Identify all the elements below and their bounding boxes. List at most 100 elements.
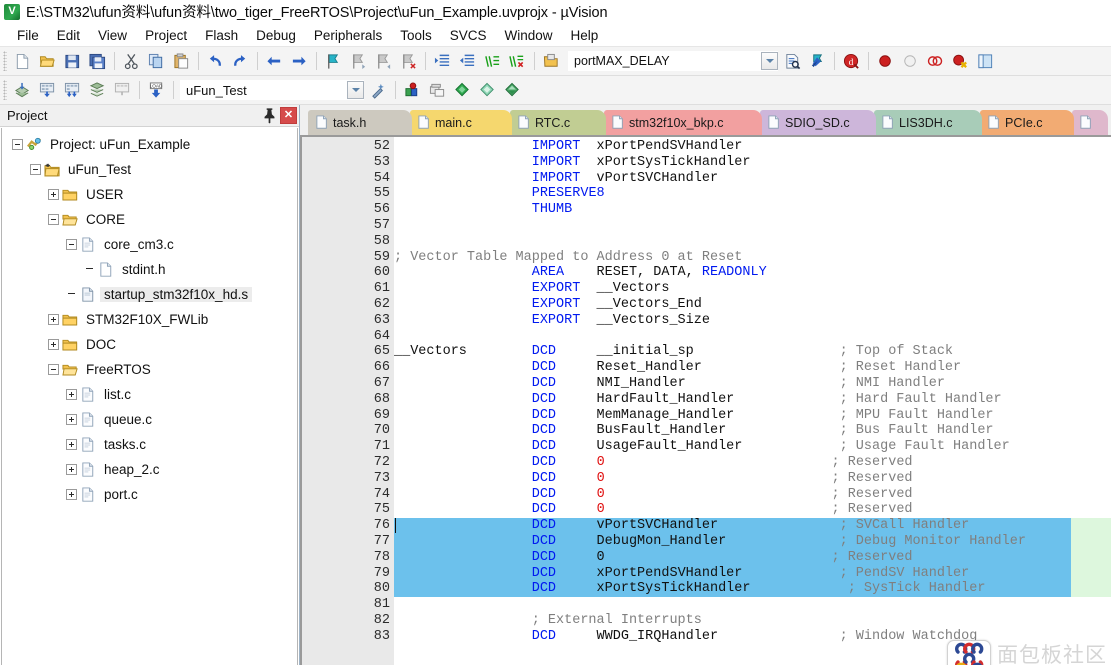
tree-expander-plus-icon[interactable] xyxy=(66,489,77,500)
code-line[interactable]: DCD 0 ; Reserved xyxy=(394,487,1111,503)
tree-expander-minus-icon[interactable] xyxy=(48,214,59,225)
tree-expander-minus-icon[interactable] xyxy=(30,164,41,175)
code-line[interactable] xyxy=(394,218,1111,234)
code-line[interactable]: AREA RESET, DATA, READONLY xyxy=(394,265,1111,281)
outdent-icon[interactable] xyxy=(455,50,480,73)
editor-tab-overflow[interactable] xyxy=(1072,110,1108,135)
find-in-files-icon[interactable] xyxy=(539,50,564,73)
code-text[interactable]: IMPORT xPortPendSVHandler IMPORT xPortSy… xyxy=(394,137,1111,665)
menu-item-help[interactable]: Help xyxy=(562,26,608,45)
find-combo-value[interactable]: portMAX_DELAY xyxy=(568,54,761,68)
menu-item-flash[interactable]: Flash xyxy=(196,26,247,45)
download-icon[interactable]: LOAD xyxy=(144,79,169,102)
find-in-files-doc-icon[interactable] xyxy=(780,50,805,73)
code-line[interactable]: __Vectors DCD __initial_sp ; Top of Stac… xyxy=(394,344,1111,360)
code-line[interactable]: DCD 0 ; Reserved xyxy=(394,502,1111,518)
new-file-icon[interactable] xyxy=(10,50,35,73)
code-line[interactable]: DCD vPortSVCHandler ; SVCall Handler xyxy=(394,518,1111,534)
code-editor[interactable]: 52 53 54 55 56 57 58 59 60 61 62 63 64 65 66 67 68 69 70 71… xyxy=(300,137,1111,665)
tree-item-stm32f10x_fwlib[interactable]: STM32F10X_FWLib xyxy=(2,307,297,332)
comment-icon[interactable] xyxy=(480,50,505,73)
tree-expander-plus-icon[interactable] xyxy=(66,439,77,450)
pack-installer-icon[interactable] xyxy=(450,79,475,102)
code-line[interactable]: IMPORT vPortSVCHandler xyxy=(394,171,1111,187)
code-line[interactable]: PRESERVE8 xyxy=(394,186,1111,202)
breakpoint-enable-icon[interactable] xyxy=(898,50,923,73)
pin-icon[interactable] xyxy=(261,107,278,124)
target-options-wand-icon[interactable] xyxy=(366,79,391,102)
chevron-down-icon[interactable] xyxy=(761,52,778,70)
breakpoint-insert-icon[interactable] xyxy=(873,50,898,73)
code-line[interactable]: DCD xPortPendSVHandler ; PendSV Handler xyxy=(394,565,1111,582)
redo-icon[interactable] xyxy=(228,50,253,73)
build-icon[interactable] xyxy=(35,79,60,102)
code-line[interactable]: DCD Reset_Handler ; Reset Handler xyxy=(394,360,1111,376)
panel-toggle-icon[interactable] xyxy=(973,50,998,73)
tree-item-port.c[interactable]: port.c xyxy=(2,482,297,507)
code-line[interactable]: ; Vector Table Mapped to Address 0 at Re… xyxy=(394,250,1111,266)
menu-item-file[interactable]: File xyxy=(8,26,48,45)
tree-expander-plus-icon[interactable] xyxy=(66,389,77,400)
undo-icon[interactable] xyxy=(203,50,228,73)
breakpoint-kill-all-icon[interactable] xyxy=(948,50,973,73)
manage-runtime-icon[interactable] xyxy=(475,79,500,102)
menu-item-debug[interactable]: Debug xyxy=(247,26,305,45)
code-line[interactable]: DCD UsageFault_Handler ; Usage Fault Han… xyxy=(394,439,1111,455)
tree-expander-minus-icon[interactable] xyxy=(12,139,23,150)
batch-build-icon[interactable] xyxy=(85,79,110,102)
editor-tab-main.c[interactable]: main.c xyxy=(410,110,512,135)
tree-item-project--ufun_example[interactable]: Project: uFun_Example xyxy=(2,132,297,157)
menu-item-svcs[interactable]: SVCS xyxy=(441,26,496,45)
tree-item-tasks.c[interactable]: tasks.c xyxy=(2,432,297,457)
navigate-back-icon[interactable] xyxy=(262,50,287,73)
tree-expander-minus-icon[interactable] xyxy=(48,364,59,375)
code-line[interactable]: DCD HardFault_Handler ; Hard Fault Handl… xyxy=(394,392,1111,408)
code-line[interactable] xyxy=(394,234,1111,250)
tree-item-queue.c[interactable]: queue.c xyxy=(2,407,297,432)
code-line[interactable]: DCD 0 ; Reserved xyxy=(394,455,1111,471)
menu-item-edit[interactable]: Edit xyxy=(48,26,89,45)
target-combo[interactable]: uFun_Test xyxy=(180,80,364,100)
editor-tab-stm32f10x_bkp.c[interactable]: stm32f10x_bkp.c xyxy=(604,110,762,135)
save-all-icon[interactable] xyxy=(85,50,110,73)
uncomment-icon[interactable] xyxy=(505,50,530,73)
code-line[interactable]: DCD xPortSysTickHandler ; SysTick Handle… xyxy=(394,581,1111,598)
editor-tab-sdio_sd.c[interactable]: SDIO_SD.c xyxy=(760,110,876,135)
indent-icon[interactable] xyxy=(430,50,455,73)
tree-item-stdint.h[interactable]: stdint.h xyxy=(2,257,297,282)
tree-item-ufun_test[interactable]: uFun_Test xyxy=(2,157,297,182)
copy-icon[interactable] xyxy=(144,50,169,73)
code-line[interactable]: EXPORT __Vectors_Size xyxy=(394,313,1111,329)
menu-item-tools[interactable]: Tools xyxy=(391,26,441,45)
code-line[interactable]: ; External Interrupts xyxy=(394,613,1111,629)
menu-item-view[interactable]: View xyxy=(89,26,136,45)
code-line[interactable]: DCD 0 ; Reserved xyxy=(394,549,1111,566)
project-tree[interactable]: Project: uFun_Example uFun_Test USER CORE co… xyxy=(1,128,298,665)
toolbar-grip[interactable] xyxy=(3,80,7,100)
tree-expander-plus-icon[interactable] xyxy=(48,314,59,325)
tree-item-core_cm3.c[interactable]: core_cm3.c xyxy=(2,232,297,257)
code-line[interactable]: DCD BusFault_Handler ; Bus Fault Handler xyxy=(394,423,1111,439)
code-line[interactable] xyxy=(394,329,1111,345)
open-folder-icon[interactable] xyxy=(35,50,60,73)
bookmark-prev-icon[interactable] xyxy=(346,50,371,73)
tree-item-startup_stm32f10x_hd.s[interactable]: startup_stm32f10x_hd.s xyxy=(2,282,297,307)
code-line[interactable]: IMPORT xPortPendSVHandler xyxy=(394,139,1111,155)
paste-icon[interactable] xyxy=(169,50,194,73)
close-icon[interactable]: ✕ xyxy=(280,107,297,124)
editor-tab-rtc.c[interactable]: RTC.c xyxy=(510,110,606,135)
bookmark-clear-icon[interactable] xyxy=(396,50,421,73)
code-scroll-region[interactable]: 52 53 54 55 56 57 58 59 60 61 62 63 64 65 66 67 68 69 70 71… xyxy=(302,137,1111,665)
code-line[interactable]: IMPORT xPortSysTickHandler xyxy=(394,155,1111,171)
configuration-wizard-icon[interactable] xyxy=(500,79,525,102)
tree-expander-plus-icon[interactable] xyxy=(66,414,77,425)
menu-item-project[interactable]: Project xyxy=(136,26,196,45)
code-line[interactable]: DCD DebugMon_Handler ; Debug Monitor Han… xyxy=(394,533,1111,550)
stop-build-icon[interactable] xyxy=(110,79,135,102)
multi-project-icon[interactable] xyxy=(425,79,450,102)
navigate-forward-icon[interactable] xyxy=(287,50,312,73)
breakpoint-disable-all-icon[interactable] xyxy=(923,50,948,73)
tree-expander-plus-icon[interactable] xyxy=(48,339,59,350)
save-icon[interactable] xyxy=(60,50,85,73)
code-line[interactable]: EXPORT __Vectors_End xyxy=(394,297,1111,313)
